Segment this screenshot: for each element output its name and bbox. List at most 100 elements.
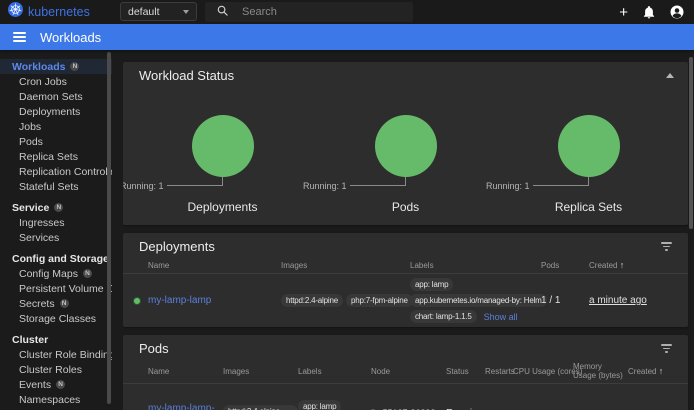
sidebar-item-secrets[interactable]: Secrets N xyxy=(0,296,112,311)
workload-status-card: Workload Status Running: 1 Deployments R… xyxy=(123,62,688,225)
brand-text: kubernetes xyxy=(28,5,90,19)
filter-icon[interactable] xyxy=(659,240,674,253)
image-chip: php:7-fpm-alpine xyxy=(346,294,413,307)
sidebar-item-label: Cluster xyxy=(12,334,48,346)
column-header-memory: Memory Usage (bytes) xyxy=(573,360,628,383)
sidebar-item-config-maps[interactable]: Config Maps N xyxy=(0,266,112,281)
account-user-icon[interactable] xyxy=(670,5,684,19)
column-header-cpu: CPU Usage (cores) xyxy=(513,365,573,379)
main-scrollbar[interactable] xyxy=(689,57,693,229)
filter-icon[interactable] xyxy=(659,342,674,355)
sidebar-item-label: Cron Jobs xyxy=(19,76,67,88)
sidebar-item-events[interactable]: Events N xyxy=(0,377,112,392)
sidebar-item-stateful-sets[interactable]: Stateful Sets xyxy=(0,179,112,194)
sidebar-item-label: Secrets xyxy=(19,298,55,310)
chart-title: Replica Sets xyxy=(500,200,678,214)
main-content: Workload Status Running: 1 Deployments R… xyxy=(123,50,694,410)
deployment-name-link[interactable]: my-lamp-lamp xyxy=(148,295,211,306)
running-count-label: Running: 1 xyxy=(303,181,347,191)
sidebar-item-cluster: Cluster xyxy=(0,332,112,347)
namespaced-icon: N xyxy=(56,380,65,389)
column-header-images: Images xyxy=(223,365,298,379)
sidebar-item-namespaces[interactable]: Namespaces xyxy=(0,392,112,407)
search-icon xyxy=(217,3,228,21)
callout-line xyxy=(167,177,223,186)
sidebar-item-label: Cluster Roles xyxy=(19,364,82,376)
deployment-table-row: my-lamp-lamp httpd:2.4-alpine php:7-fpm-… xyxy=(123,274,688,327)
sidebar-item-label: Jobs xyxy=(19,121,41,133)
show-all-labels-link[interactable]: Show all xyxy=(484,312,518,322)
sidebar-item-services[interactable]: Services xyxy=(0,230,112,245)
sidebar-item-service: Service N xyxy=(0,200,112,215)
sidebar-item-replication-controllers[interactable]: Replication Controllers xyxy=(0,164,112,179)
deployments-card-title: Deployments xyxy=(139,239,215,254)
pod-name-link[interactable]: my-lamp-lamp-5fd985cf68-jwvz4 xyxy=(148,403,215,410)
sidebar-item-cluster-role-bindings[interactable]: Cluster Role Bindings xyxy=(0,347,112,362)
sidebar-item-pods[interactable]: Pods xyxy=(0,134,112,149)
sidebar-item-label: Services xyxy=(19,232,59,244)
label-chip: chart: lamp-1.1.5 xyxy=(410,310,477,323)
chart-title: Pods xyxy=(317,200,495,214)
sidebar-item-label: Config Maps xyxy=(19,268,78,280)
image-chip: httpd:2.4-alpine xyxy=(281,294,343,307)
sidebar-item-label: Service xyxy=(12,202,49,214)
namespaced-icon: N xyxy=(83,269,92,278)
sidebar-item-cluster-roles[interactable]: Cluster Roles xyxy=(0,362,112,377)
namespaced-icon: N xyxy=(60,299,69,308)
sidebar-item-label: Workloads xyxy=(12,61,65,73)
column-header-created[interactable]: Created ↑ xyxy=(589,259,688,273)
sidebar-scrollbar[interactable] xyxy=(107,52,111,404)
sort-ascending-icon: ↑ xyxy=(659,366,664,376)
namespace-selector[interactable]: default xyxy=(120,2,197,21)
callout-line xyxy=(533,177,589,186)
pods-card: Pods Name Images Labels Node Status Rest… xyxy=(123,335,688,410)
sidebar-item-label: Daemon Sets xyxy=(19,91,83,103)
pods-table-header: Name Images Labels Node Status Restarts … xyxy=(123,360,688,384)
sort-ascending-icon: ↑ xyxy=(620,260,625,270)
deployments-chart: Running: 1 Deployments xyxy=(134,115,312,214)
sidebar-item-label: Config and Storage xyxy=(12,253,109,265)
create-resource-button[interactable]: + xyxy=(619,5,628,20)
sidebar-item-label: Ingresses xyxy=(19,217,65,229)
namespace-value: default xyxy=(128,6,160,18)
sidebar-item-persistent-volume-claims[interactable]: Persistent Volume ClaimsN xyxy=(0,281,112,296)
sidebar-item-ingresses[interactable]: Ingresses xyxy=(0,215,112,230)
sidebar-nav: WorkloadsNCron JobsDaemon SetsDeployment… xyxy=(0,50,112,410)
sidebar-item-label: Storage Classes xyxy=(19,313,96,325)
sidebar-item-label: Events xyxy=(19,379,51,391)
sidebar-item-config-and-storage: Config and Storage xyxy=(0,251,112,266)
pods-chart: Running: 1 Pods xyxy=(317,115,495,214)
created-timestamp[interactable]: a minute ago xyxy=(589,295,647,306)
collapse-card-icon[interactable] xyxy=(666,73,674,78)
column-header-name[interactable]: Name xyxy=(148,259,281,273)
sidebar-item-replica-sets[interactable]: Replica Sets xyxy=(0,149,112,164)
sidebar-item-storage-classes[interactable]: Storage Classes xyxy=(0,311,112,326)
sidebar-item-label: Persistent Volume Claims xyxy=(19,283,112,295)
menu-icon[interactable] xyxy=(13,30,26,44)
sidebar-item-workloads[interactable]: WorkloadsN xyxy=(0,59,112,74)
search-input[interactable] xyxy=(242,6,392,18)
sidebar-item-label: Stateful Sets xyxy=(19,181,79,193)
sidebar-item-label: Replication Controllers xyxy=(19,166,112,178)
sidebar-item-jobs[interactable]: Jobs xyxy=(0,119,112,134)
column-header-created[interactable]: Created ↑ xyxy=(628,365,688,379)
sidebar-item-deployments[interactable]: Deployments xyxy=(0,104,112,119)
column-header-name[interactable]: Name xyxy=(148,365,223,379)
running-count-label: Running: 1 xyxy=(486,181,530,191)
pods-ready-count: 1 / 1 xyxy=(541,295,589,306)
replica-sets-chart: Running: 1 Replica Sets xyxy=(500,115,678,214)
sidebar-item-label: Deployments xyxy=(19,106,80,118)
notifications-bell-icon[interactable] xyxy=(643,6,655,19)
column-header-pods: Pods xyxy=(541,259,589,273)
sidebar-item-cron-jobs[interactable]: Cron Jobs xyxy=(0,74,112,89)
namespaced-icon: N xyxy=(54,203,63,212)
column-header-restarts: Restarts xyxy=(485,365,513,379)
image-chip: httpd:2.4-alpine xyxy=(223,405,298,410)
deployments-table-header: Name Images Labels Pods Created ↑ xyxy=(123,258,688,274)
kubernetes-logo-icon xyxy=(8,2,23,22)
label-chip: app: lamp xyxy=(298,400,341,410)
kubernetes-logo[interactable]: kubernetes xyxy=(8,2,90,22)
pods-card-title: Pods xyxy=(139,341,169,356)
column-header-images: Images xyxy=(281,259,410,273)
sidebar-item-daemon-sets[interactable]: Daemon Sets xyxy=(0,89,112,104)
